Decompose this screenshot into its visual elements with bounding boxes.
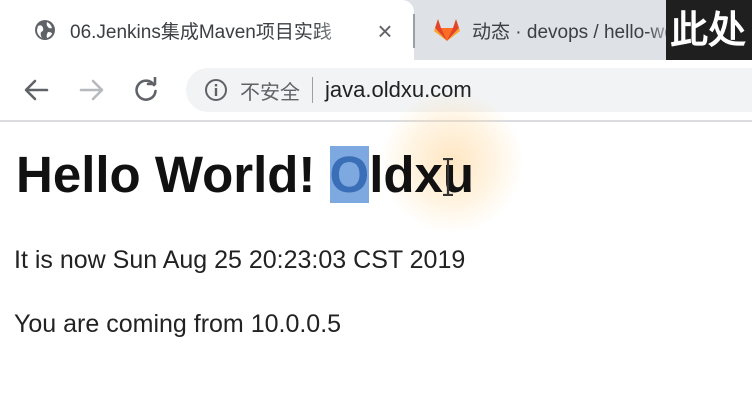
browser-toolbar: 不安全 java.oldxu.com — [0, 60, 752, 122]
tab-strip: 06.Jenkins集成Maven项目实践 × 动态 · devops / he… — [0, 0, 752, 60]
tab-gitlab-activity[interactable]: 动态 · devops / hello-world — [420, 0, 680, 60]
tab-title: 动态 · devops / hello-world — [472, 21, 680, 43]
url-divider — [312, 77, 313, 103]
tab-title: 06.Jenkins集成Maven项目实践 — [70, 21, 332, 43]
info-icon[interactable] — [204, 78, 228, 102]
forward-button[interactable] — [74, 72, 110, 108]
gitlab-icon — [434, 18, 460, 42]
page-content: Hello World! Oldxu It is now Sun Aug 25 … — [0, 92, 752, 414]
reload-icon — [135, 77, 157, 101]
heading-suffix: ldxu — [369, 146, 475, 203]
client-ip-text: You are coming from 10.0.0.5 — [14, 310, 342, 338]
close-tab-icon[interactable]: × — [372, 18, 398, 44]
selected-text[interactable]: O — [329, 146, 370, 203]
back-button[interactable] — [18, 72, 54, 108]
current-time-text: It is now Sun Aug 25 20:23:03 CST 2019 — [14, 246, 466, 274]
reload-button[interactable] — [128, 72, 164, 108]
arrow-right-icon — [79, 79, 104, 101]
security-label: 不安全 — [240, 81, 300, 104]
tab-jenkins-maven[interactable]: 06.Jenkins集成Maven项目实践 — [0, 0, 414, 60]
arrow-left-icon — [24, 79, 49, 101]
video-watermark: 此处 — [666, 0, 752, 60]
heading-prefix: Hello World! — [16, 146, 330, 203]
page-heading: Hello World! Oldxu — [16, 144, 474, 206]
text-cursor-icon — [443, 158, 453, 196]
tab-separator — [413, 14, 415, 48]
globe-icon — [34, 19, 56, 41]
